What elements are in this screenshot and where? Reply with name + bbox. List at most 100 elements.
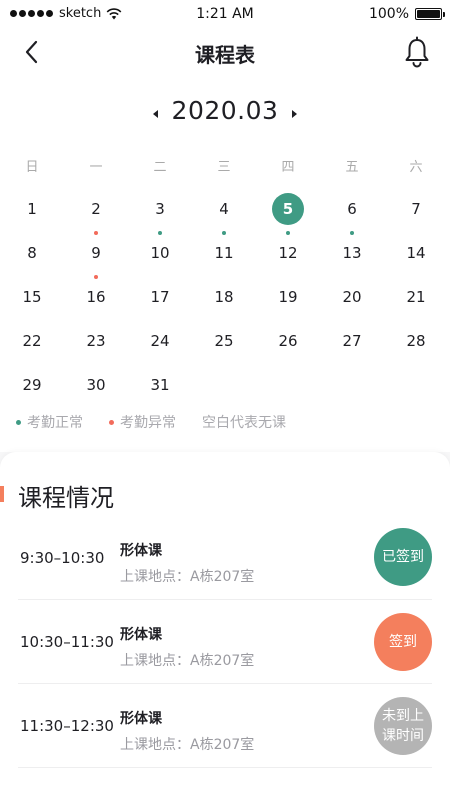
attendance-dot bbox=[350, 231, 354, 235]
course-time: 9:30–10:30 bbox=[20, 549, 105, 567]
calendar-day-number: 13 bbox=[342, 244, 362, 262]
legend-normal-dot bbox=[16, 419, 21, 425]
course-name: 形体课 bbox=[120, 711, 162, 727]
calendar-day-number: 31 bbox=[150, 376, 170, 394]
notification-button[interactable] bbox=[402, 36, 432, 68]
course-time: 11:30–12:30 bbox=[20, 717, 114, 735]
calendar-day[interactable]: 7 bbox=[400, 193, 432, 225]
calendar-day-number: 7 bbox=[411, 200, 421, 218]
status-bar: sketch 1:21 AM 100% bbox=[0, 0, 450, 28]
calendar-day-number: 15 bbox=[22, 288, 42, 306]
calendar-day[interactable]: 11 bbox=[208, 237, 240, 269]
calendar-day-number: 2 bbox=[91, 200, 101, 218]
calendar-day[interactable]: 28 bbox=[400, 325, 432, 357]
calendar-day[interactable]: 13 bbox=[336, 237, 368, 269]
signed-in-button[interactable]: 已签到 bbox=[374, 528, 432, 586]
calendar: 2020.03 日一二三四五六 1 2 3 4 5 6 7 8 9 10 11 12 13 14 15 16 1… bbox=[0, 76, 450, 452]
calendar-day-number: 4 bbox=[219, 200, 229, 218]
course-location: 上课地点：A栋207室 bbox=[120, 569, 255, 585]
section-accent-bar bbox=[0, 486, 4, 502]
calendar-day-number: 6 bbox=[347, 200, 357, 218]
calendar-day-number: 5 bbox=[282, 200, 294, 218]
battery-percent: 100% bbox=[368, 6, 409, 22]
calendar-day[interactable]: 26 bbox=[272, 325, 304, 357]
calendar-day-number: 27 bbox=[342, 332, 362, 350]
calendar-day[interactable]: 18 bbox=[208, 281, 240, 313]
calendar-day-number: 20 bbox=[342, 288, 362, 306]
weekday-header: 日一二三四五六 bbox=[0, 156, 450, 176]
bell-icon bbox=[405, 36, 429, 68]
calendar-day-number: 17 bbox=[150, 288, 170, 306]
legend-abnormal: 考勤异常 bbox=[109, 412, 176, 432]
battery-icon bbox=[415, 8, 445, 20]
legend-normal: 考勤正常 bbox=[16, 412, 83, 432]
month-label: 2020.03 bbox=[171, 96, 279, 125]
legend-blank-label: 空白代表无课 bbox=[202, 415, 286, 431]
calendar-day[interactable]: 14 bbox=[400, 237, 432, 269]
calendar-day[interactable]: 9 bbox=[80, 237, 112, 279]
weekday-label: 六 bbox=[409, 160, 423, 175]
calendar-day-number: 14 bbox=[406, 244, 426, 262]
legend-abnormal-dot bbox=[109, 419, 114, 425]
course-name: 形体课 bbox=[120, 543, 162, 559]
calendar-day[interactable]: 3 bbox=[144, 193, 176, 235]
weekday-label: 三 bbox=[217, 160, 231, 175]
calendar-day[interactable]: 19 bbox=[272, 281, 304, 313]
attendance-legend: 考勤正常 考勤异常 空白代表无课 bbox=[16, 412, 312, 432]
course-item: 10:30–11:30 形体课 上课地点：A栋207室 签到 bbox=[18, 600, 432, 684]
calendar-day[interactable]: 23 bbox=[80, 325, 112, 357]
calendar-day-number: 23 bbox=[86, 332, 106, 350]
weekday-label: 二 bbox=[153, 160, 167, 175]
calendar-day-number: 26 bbox=[278, 332, 298, 350]
legend-abnormal-label: 考勤异常 bbox=[120, 415, 176, 431]
page-title: 课程表 bbox=[195, 43, 255, 67]
calendar-day[interactable]: 12 bbox=[272, 237, 304, 269]
calendar-day[interactable]: 24 bbox=[144, 325, 176, 357]
calendar-day[interactable]: 16 bbox=[80, 281, 112, 313]
calendar-day-number: 19 bbox=[278, 288, 298, 306]
sign-in-button[interactable]: 签到 bbox=[374, 613, 432, 671]
course-location: 上课地点：A栋207室 bbox=[120, 737, 255, 753]
calendar-day[interactable]: 27 bbox=[336, 325, 368, 357]
calendar-day[interactable]: 2 bbox=[80, 193, 112, 235]
legend-normal-label: 考勤正常 bbox=[27, 415, 83, 431]
attendance-dot bbox=[158, 231, 162, 235]
calendar-day[interactable]: 1 bbox=[16, 193, 48, 225]
not-yet-button[interactable]: 未到上课时间 bbox=[374, 697, 432, 755]
calendar-day-number: 28 bbox=[406, 332, 426, 350]
attendance-dot bbox=[94, 275, 98, 279]
weekday-label: 日 bbox=[25, 160, 39, 175]
calendar-day-number: 1 bbox=[27, 200, 37, 218]
battery-fill bbox=[417, 10, 440, 18]
calendar-day[interactable]: 21 bbox=[400, 281, 432, 313]
calendar-day[interactable]: 31 bbox=[144, 369, 176, 401]
calendar-day-number: 24 bbox=[150, 332, 170, 350]
battery-group: 100% bbox=[368, 6, 445, 22]
next-month-icon[interactable] bbox=[286, 106, 302, 122]
calendar-day-number: 29 bbox=[22, 376, 42, 394]
attendance-dot bbox=[286, 231, 290, 235]
weekday-label: 五 bbox=[345, 160, 359, 175]
calendar-day[interactable]: 8 bbox=[16, 237, 48, 269]
calendar-day-number: 18 bbox=[214, 288, 234, 306]
calendar-day[interactable]: 29 bbox=[16, 369, 48, 401]
calendar-day[interactable]: 5 bbox=[272, 193, 304, 235]
course-name: 形体课 bbox=[120, 627, 162, 643]
calendar-day[interactable]: 20 bbox=[336, 281, 368, 313]
calendar-day[interactable]: 25 bbox=[208, 325, 240, 357]
calendar-day-number: 9 bbox=[91, 244, 101, 262]
legend-blank: 空白代表无课 bbox=[202, 412, 286, 432]
calendar-day[interactable]: 22 bbox=[16, 325, 48, 357]
calendar-day[interactable]: 17 bbox=[144, 281, 176, 313]
calendar-day[interactable]: 10 bbox=[144, 237, 176, 269]
course-panel: 课程情况 9:30–10:30 形体课 上课地点：A栋207室 已签到 10:3… bbox=[0, 452, 450, 800]
calendar-day[interactable]: 30 bbox=[80, 369, 112, 401]
attendance-dot bbox=[94, 231, 98, 235]
calendar-day[interactable]: 6 bbox=[336, 193, 368, 235]
course-item: 9:30–10:30 形体课 上课地点：A栋207室 已签到 bbox=[18, 516, 432, 600]
calendar-day-number: 12 bbox=[278, 244, 298, 262]
calendar-day-number: 22 bbox=[22, 332, 42, 350]
calendar-day-number: 30 bbox=[86, 376, 106, 394]
calendar-day[interactable]: 15 bbox=[16, 281, 48, 313]
calendar-day[interactable]: 4 bbox=[208, 193, 240, 235]
